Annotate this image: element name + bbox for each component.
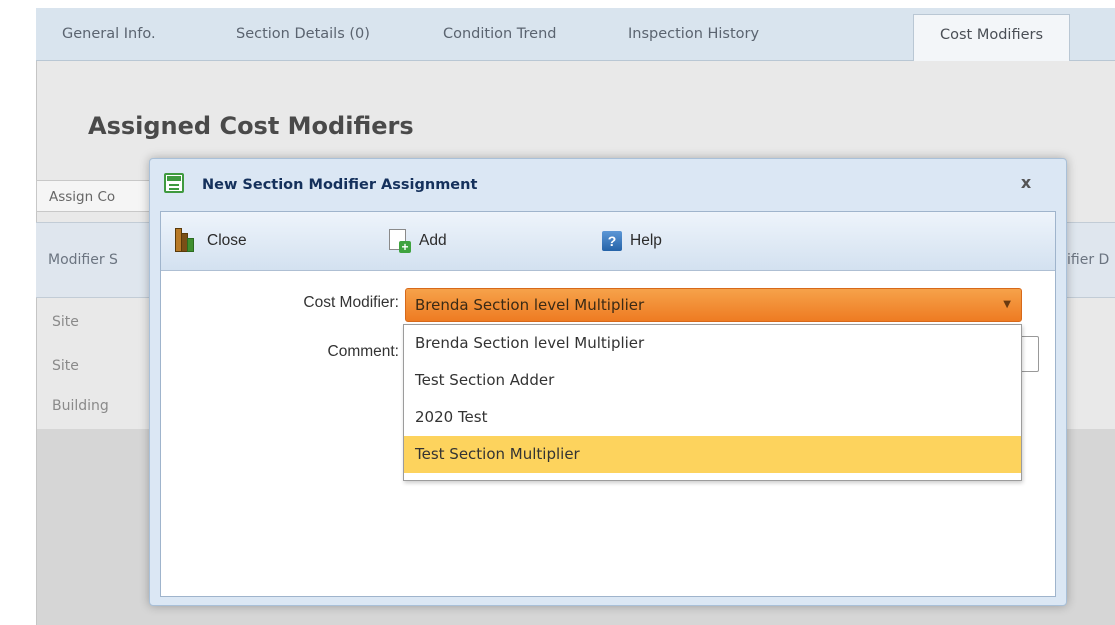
- column-header-modifier-source[interactable]: Modifier S: [48, 223, 148, 297]
- dialog-close-icon[interactable]: x: [1014, 171, 1038, 195]
- chevron-down-icon: ▼: [1003, 299, 1011, 310]
- table-row-cell: Site: [52, 314, 79, 330]
- form-icon: [164, 173, 184, 193]
- add-button[interactable]: + Add: [389, 212, 447, 270]
- dialog-title: New Section Modifier Assignment: [202, 177, 478, 193]
- cost-modifier-selected-value: Brenda Section level Multiplier: [415, 296, 645, 314]
- exit-door-icon: [175, 228, 199, 252]
- dialog-toolbar: Close + Add ? Help: [161, 212, 1055, 271]
- add-button-label: Add: [419, 232, 447, 249]
- dropdown-option-highlighted[interactable]: Test Section Multiplier: [404, 436, 1021, 473]
- tab-strip: General Info. Section Details (0) Condit…: [36, 8, 1115, 68]
- help-button-label: Help: [630, 232, 662, 249]
- page-title: Assigned Cost Modifiers: [88, 112, 414, 140]
- column-header-modifier-description[interactable]: ifier D: [1067, 223, 1115, 297]
- table-row-cell: Building: [52, 398, 109, 414]
- cost-modifier-label: Cost Modifier:: [303, 294, 399, 311]
- close-button-label: Close: [207, 232, 247, 249]
- table-row-cell: Site: [52, 358, 79, 374]
- add-document-icon: +: [389, 229, 411, 253]
- tab-general-info[interactable]: General Info.: [62, 8, 156, 60]
- help-icon: ?: [602, 231, 622, 251]
- tab-condition-trend[interactable]: Condition Trend: [443, 8, 557, 60]
- dropdown-option[interactable]: 2020 Test: [404, 399, 1021, 436]
- assign-cost-modifier-button[interactable]: Assign Co: [36, 180, 156, 212]
- comment-label: Comment:: [327, 343, 400, 360]
- help-button[interactable]: ? Help: [602, 212, 662, 270]
- dropdown-option[interactable]: Brenda Section level Multiplier: [404, 325, 1021, 362]
- tab-section-details[interactable]: Section Details (0): [236, 8, 370, 60]
- cost-modifier-select[interactable]: Brenda Section level Multiplier ▼: [405, 288, 1022, 322]
- tab-inspection-history[interactable]: Inspection History: [628, 8, 759, 60]
- close-button[interactable]: Close: [175, 212, 247, 270]
- content-border: [36, 61, 37, 625]
- cost-modifier-dropdown-list: Brenda Section level Multiplier Test Sec…: [403, 324, 1022, 481]
- dropdown-option[interactable]: Test Section Adder: [404, 362, 1021, 399]
- tab-cost-modifiers[interactable]: Cost Modifiers: [913, 14, 1071, 68]
